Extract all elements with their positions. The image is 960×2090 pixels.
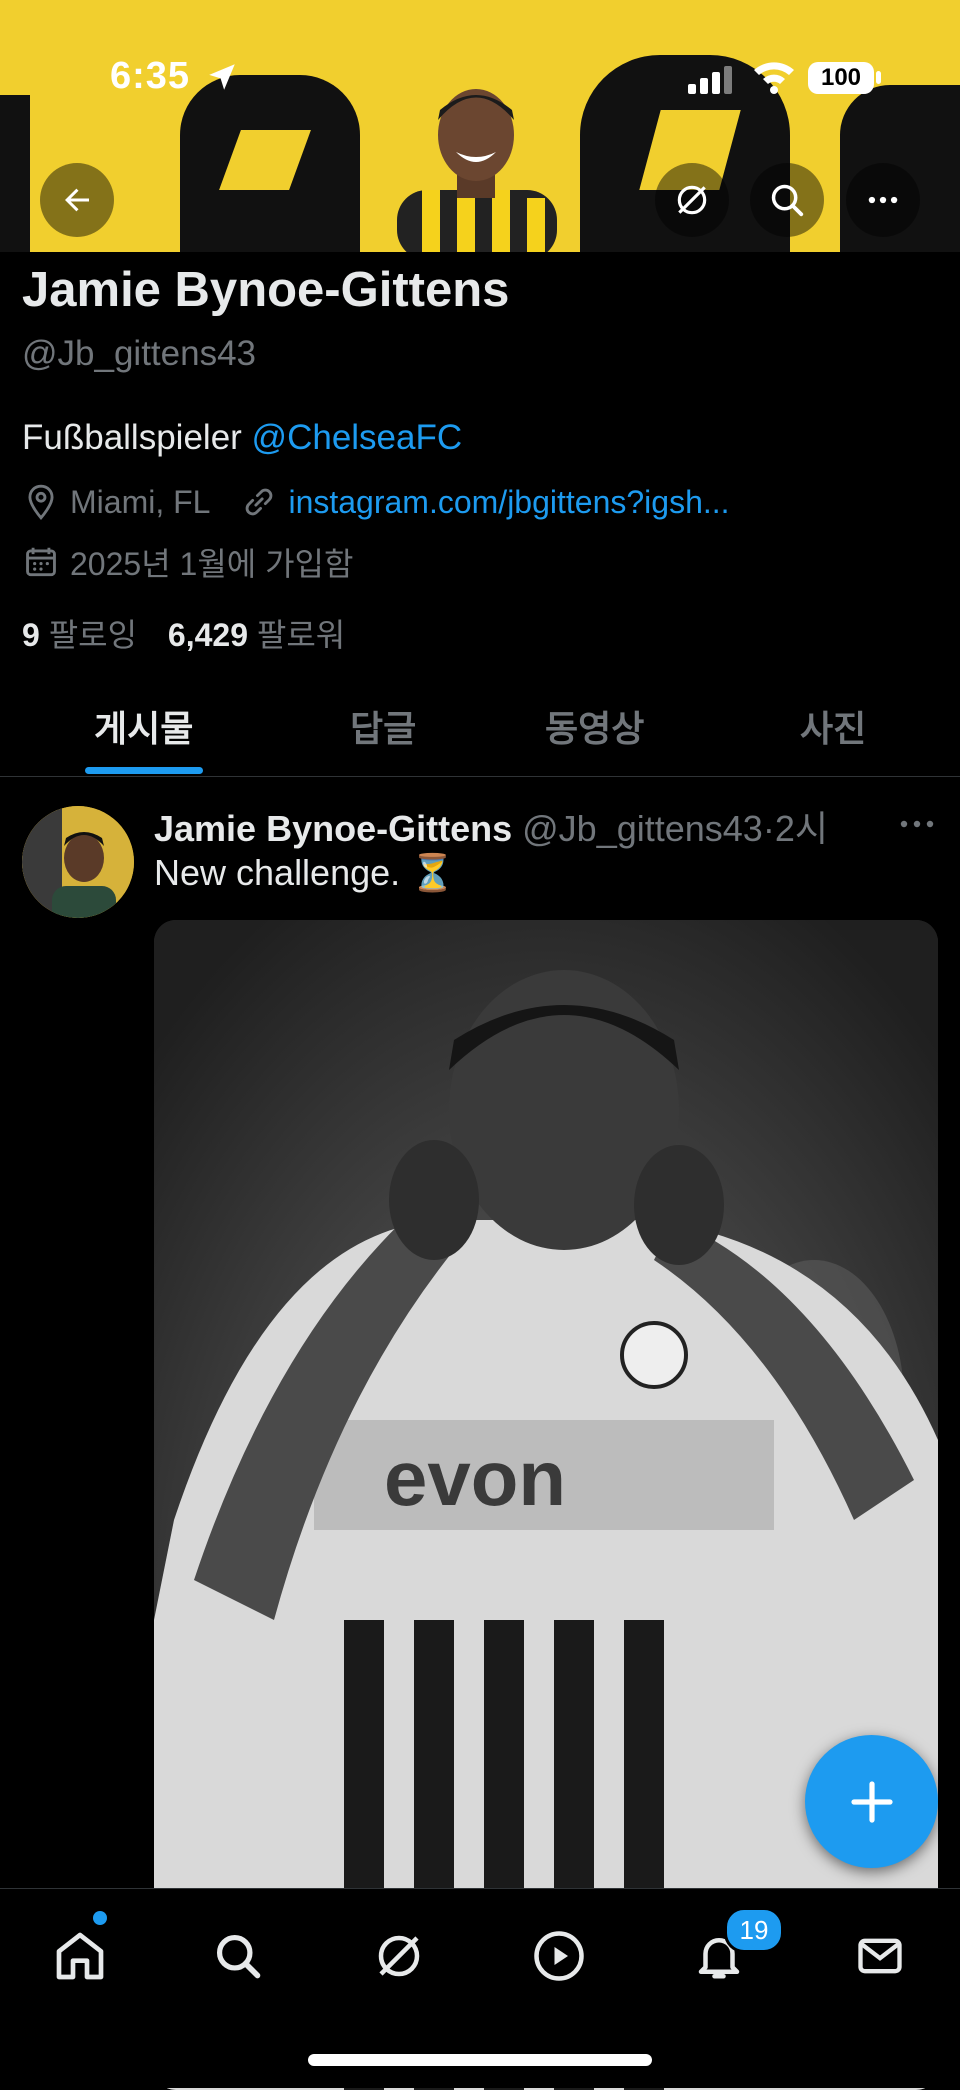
nav-grok[interactable] [364,1921,434,1991]
tab-videos[interactable]: 동영상 [545,700,644,752]
home-new-dot [93,1911,107,1925]
mail-icon [858,1938,902,1974]
search-button[interactable] [750,163,824,237]
nav-messages[interactable] [845,1921,915,1991]
search-icon [216,1934,261,1979]
bio-text: Fußballspieler [22,418,252,457]
post-author-name[interactable]: Jamie Bynoe-Gittens [154,808,512,849]
svg-text:evon: evon [384,1434,566,1522]
post-author-handle: @Jb_gittens43 [522,808,763,849]
link-icon [246,488,273,516]
profile-bio: Fußballspieler @ChelseaFC [22,418,462,458]
nav-video[interactable] [524,1921,594,1991]
active-tab-indicator [85,767,203,774]
location-arrow-icon [209,64,235,90]
grok-icon [378,1935,420,1977]
post-text: New challenge. ⏳ [154,852,455,893]
notifications-badge: 19 [724,1907,784,1953]
plus-icon [850,1780,893,1823]
joined-date: 2025년 1월에 가입함 [70,546,354,582]
search-icon [771,184,804,217]
back-button[interactable] [40,163,114,237]
following-label: 팔로잉 [48,617,138,653]
compose-button[interactable] [805,1735,938,1868]
grok-button[interactable] [655,163,729,237]
followers-count: 6,429 [167,617,248,653]
signal-icon [688,66,732,94]
play-icon [534,1931,584,1981]
profile-joined-row: 2025년 1월에 가입함 [22,540,353,584]
location-text: Miami, FL [70,483,211,520]
more-button[interactable] [846,163,920,237]
avatar-image [22,806,134,918]
more-icon [868,196,898,204]
following-count: 9 [22,617,40,653]
calendar-icon [26,547,56,577]
post-author-avatar[interactable] [22,806,134,918]
profile-handle: @Jb_gittens43 [22,334,257,373]
profile-tabs: 게시물 답글 동영상 사진 [0,690,960,777]
status-bar: 6:35 100 [0,0,960,160]
post-header: Jamie Bynoe-Gittens @Jb_gittens43·2시 [154,800,828,852]
followers-label: 팔로워 [256,617,346,653]
post-time: 2시 [774,808,828,849]
profile-meta-row: Miami, FL instagram.com/jbgittens?igsh..… [22,480,730,524]
post-more-icon[interactable] [898,812,936,836]
followers-link[interactable]: 6,429 팔로워 [168,617,345,653]
post-separator: · [762,808,775,849]
bio-mention-link[interactable]: @ChelseaFC [252,418,463,457]
wifi-icon [754,62,794,94]
back-arrow-icon [65,188,89,212]
battery-indicator: 100 [808,62,874,94]
tab-posts[interactable]: 게시물 [94,700,193,752]
nav-home[interactable] [45,1921,115,1991]
tab-replies[interactable]: 답글 [350,700,416,752]
profile-link[interactable]: instagram.com/jbgittens?igsh... [288,484,729,521]
clock: 6:35 [110,55,191,97]
nav-search[interactable] [203,1921,273,1991]
profile-name: Jamie Bynoe-Gittens [22,263,510,317]
location-icon [28,484,54,520]
following-link[interactable]: 9 팔로잉 [22,617,137,653]
home-indicator[interactable] [308,2054,652,2066]
follow-stats: 9 팔로잉 6,429 팔로워 [22,610,345,656]
home-icon [56,1932,104,1980]
grok-icon [677,185,707,215]
tab-photos[interactable]: 사진 [800,700,866,752]
battery-tip [876,71,881,84]
